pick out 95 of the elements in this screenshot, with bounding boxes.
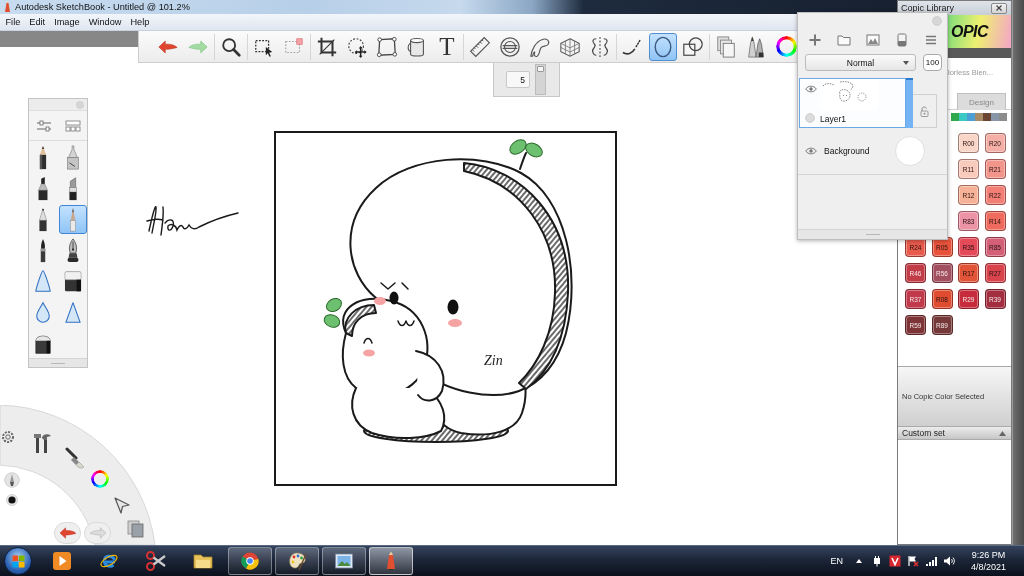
circle-guide-icon — [499, 35, 521, 58]
section-title: Custom set — [902, 428, 945, 438]
taskbar-app-button[interactable] — [322, 547, 366, 575]
crop-icon — [316, 35, 338, 58]
ellipse-button[interactable] — [649, 32, 677, 61]
collapse-triangle-icon — [999, 430, 1006, 436]
picture-icon — [334, 551, 354, 571]
brush-dot-icon[interactable] — [6, 494, 18, 506]
opacity-field[interactable]: 100 — [923, 54, 942, 71]
undo-arrow-icon — [57, 525, 78, 541]
language-indicator[interactable]: EN — [830, 556, 843, 566]
color-family-tab[interactable] — [983, 113, 991, 121]
logo-text: OPIC — [951, 22, 989, 41]
color-family-tab[interactable] — [959, 113, 967, 121]
color-wheel-icon — [775, 36, 797, 57]
close-icon — [996, 5, 1002, 11]
brush-size-field[interactable]: 5 — [506, 71, 530, 88]
symmetry-icon — [589, 35, 611, 58]
color-family-tab[interactable] — [999, 113, 1007, 121]
paintbrush-icon[interactable] — [64, 447, 86, 469]
color-family-tab[interactable] — [991, 113, 999, 121]
caret-icon — [903, 61, 909, 65]
square-circle-icon — [682, 35, 704, 58]
artist-signature: Zin — [484, 353, 503, 368]
triangle-icon — [64, 300, 82, 325]
layer-name: Layer1 — [820, 113, 847, 124]
app-pencil-icon — [3, 1, 12, 13]
start-button[interactable] — [4, 547, 32, 575]
stacked-pages-icon[interactable] — [127, 520, 145, 538]
scrollbar-thumb[interactable] — [537, 66, 544, 72]
stacked-pages-icon — [715, 35, 737, 58]
color-family-tab[interactable] — [967, 113, 975, 121]
curve-template-icon — [529, 35, 551, 58]
pencil-circle-icon[interactable] — [4, 472, 20, 488]
menu-item[interactable]: Image — [49, 16, 85, 28]
speaker-icon[interactable] — [942, 555, 955, 567]
windows-logo-icon — [10, 553, 26, 569]
plus-icon[interactable] — [807, 33, 822, 47]
scrollbar[interactable] — [535, 64, 546, 95]
menu-item[interactable]: File — [1, 16, 25, 28]
magnifier-icon — [220, 35, 242, 58]
menu-item[interactable]: Edit — [24, 16, 50, 28]
panel-grip[interactable] — [29, 358, 87, 367]
layer-row[interactable]: Background — [798, 128, 947, 175]
signal-bars-icon[interactable] — [924, 555, 937, 567]
layer-row[interactable]: Layer1 — [799, 78, 906, 128]
technical-pen-icon — [64, 145, 82, 170]
flag-icon[interactable] — [906, 555, 919, 567]
window-title: Autodesk SketchBook - Untitled @ 101.2% — [15, 2, 190, 12]
undo-button[interactable] — [54, 522, 81, 544]
menu-item[interactable]: Help — [125, 16, 154, 28]
palette-icon — [287, 551, 307, 571]
sliders-icon[interactable] — [35, 119, 52, 132]
eraser-block-icon[interactable] — [894, 33, 909, 47]
ellipse-icon — [652, 35, 674, 58]
tools-icon[interactable] — [32, 432, 52, 454]
v-badge-icon[interactable] — [888, 555, 901, 567]
color-family-tab[interactable] — [975, 113, 983, 121]
eraser-icon — [64, 269, 82, 294]
dashed-circle-move-icon — [346, 35, 368, 58]
clock-date[interactable]: 4/8/2021 — [970, 561, 1006, 573]
close-dot-icon[interactable] — [932, 16, 942, 26]
blend-mode-dropdown[interactable]: Normal — [805, 54, 916, 71]
layer-name: Background — [824, 146, 870, 156]
image-icon[interactable] — [865, 33, 880, 47]
browser-icon — [240, 551, 260, 571]
water-drop-icon — [34, 300, 52, 325]
eye-icon[interactable] — [805, 85, 817, 93]
brush-tips-icon — [745, 35, 767, 58]
panel-title: Copic Library — [901, 3, 955, 13]
airbrush-icon — [34, 269, 52, 294]
clock-time[interactable]: 9:26 PM — [971, 549, 1006, 561]
close-dot-icon[interactable] — [76, 100, 84, 109]
menu-item[interactable]: Window — [84, 16, 126, 28]
eye-icon[interactable] — [805, 147, 817, 155]
text-tool-button[interactable]: T — [433, 32, 461, 61]
custom-set-header[interactable]: Custom set — [898, 426, 1011, 440]
play-icon — [52, 551, 72, 571]
taskbar-app-button[interactable] — [369, 547, 413, 575]
taskbar-app-button[interactable] — [275, 547, 319, 575]
scissors-icon — [146, 551, 166, 571]
color-family-tab[interactable] — [951, 113, 959, 121]
panel-grip[interactable] — [798, 229, 947, 239]
settings-icon[interactable] — [0, 429, 16, 445]
taskbar-app-button[interactable] — [228, 547, 272, 575]
radio-circle-icon[interactable] — [805, 113, 815, 123]
menu-icon[interactable] — [923, 33, 938, 47]
perspective-grid-icon — [559, 35, 581, 58]
background-thumbnail — [895, 136, 925, 166]
close-button[interactable] — [991, 2, 1007, 14]
quad-corners-icon — [376, 35, 398, 58]
cursor-arrow-icon[interactable] — [113, 496, 131, 514]
folder-icon[interactable] — [836, 33, 851, 47]
folder-icon — [193, 551, 213, 571]
redo-arrow-icon — [87, 525, 108, 541]
